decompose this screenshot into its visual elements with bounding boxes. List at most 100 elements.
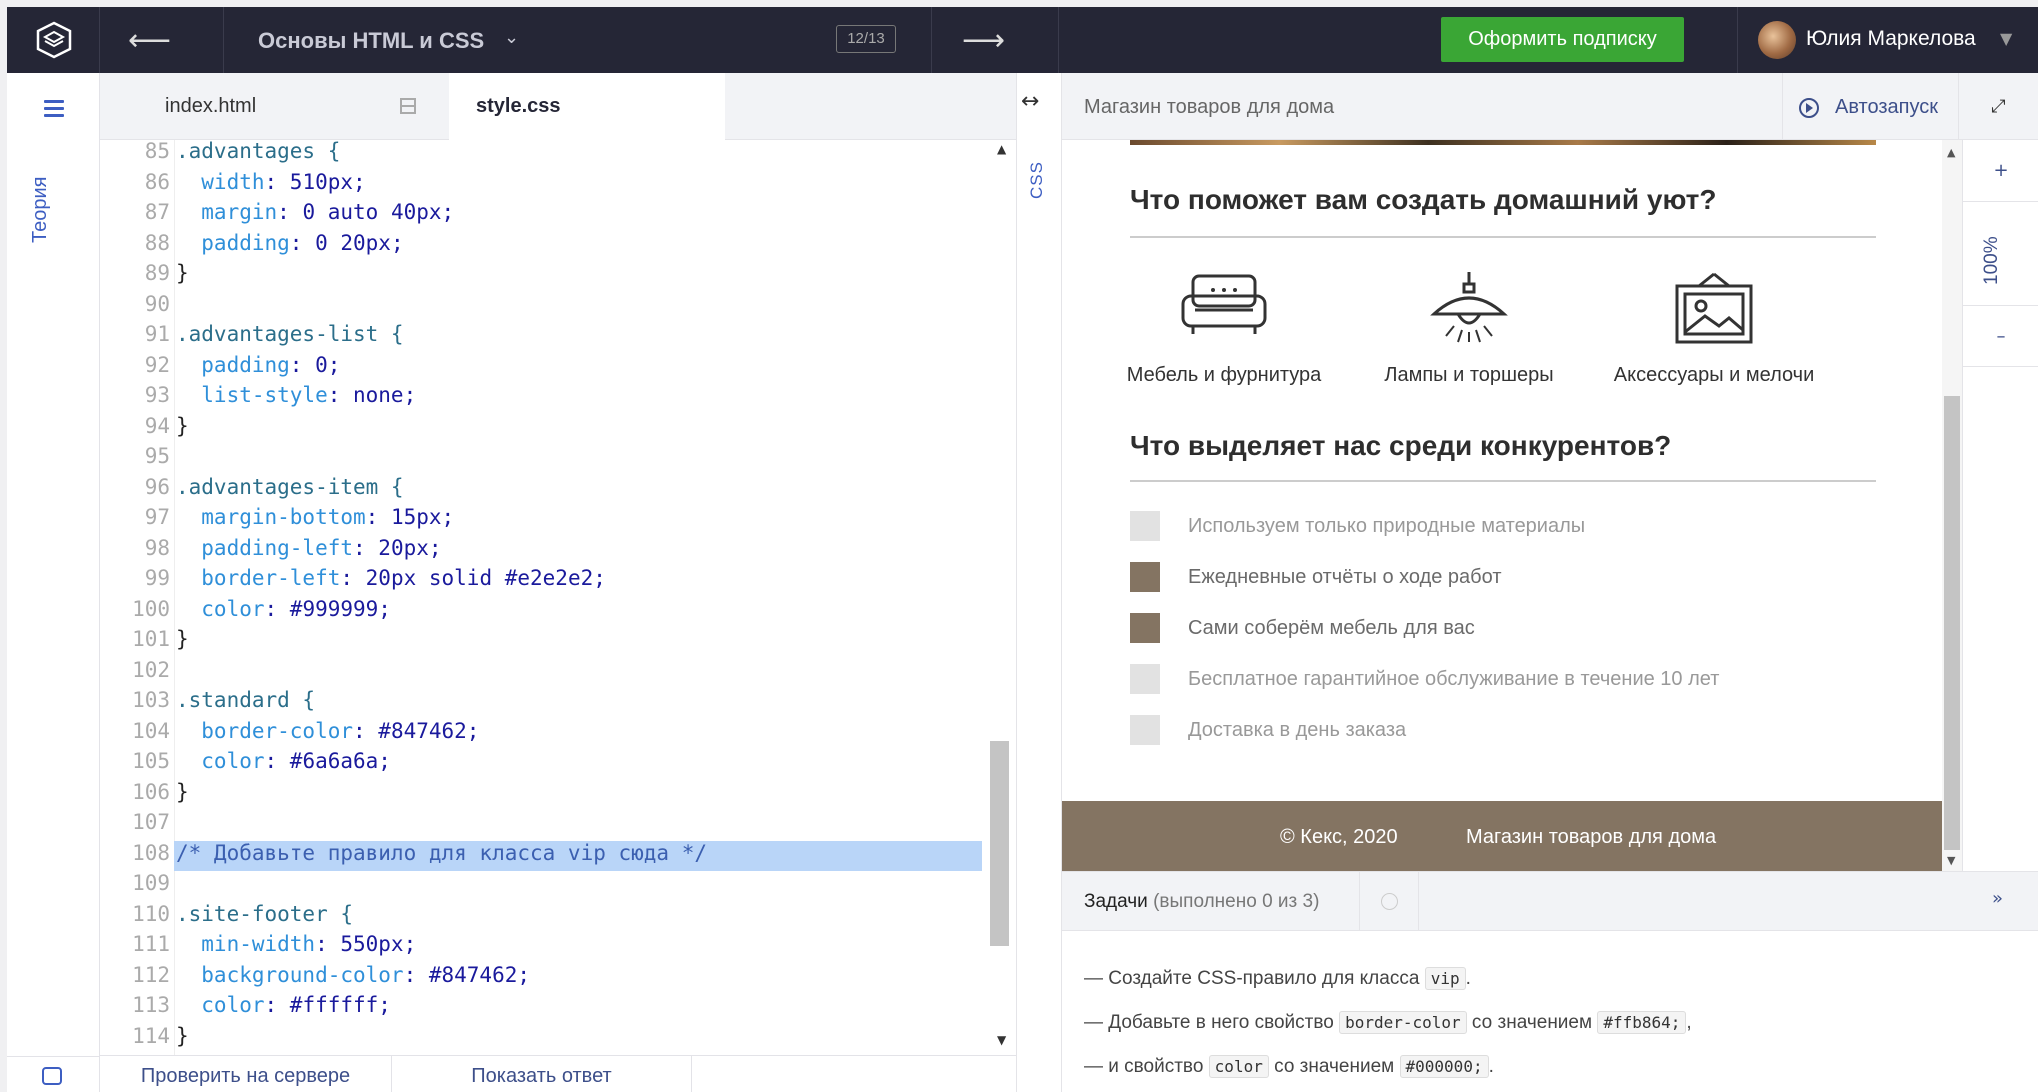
- autorun-label: Автозапуск: [1835, 96, 1939, 118]
- code-snippet: border-color: [1339, 1011, 1467, 1034]
- footer-shop-name: Магазин товаров для дома: [1466, 826, 1717, 848]
- tasks-title: Задачи (выполнено 0 из 3): [1084, 891, 1319, 913]
- line-number: 104: [132, 718, 170, 743]
- code-line: list-style: none;: [176, 383, 417, 407]
- tab-style-css[interactable]: style.css: [449, 73, 725, 140]
- scrollbar-thumb[interactable]: [990, 741, 1009, 946]
- gutter-divider: [174, 140, 175, 1055]
- line-number: 92: [144, 352, 170, 377]
- line-number: 103: [132, 688, 170, 712]
- code-line: min-width: 550px;: [176, 932, 417, 956]
- code-line: .advantages-list {: [176, 322, 404, 346]
- line-number: 109: [132, 871, 170, 895]
- scrollbar-thumb[interactable]: [1944, 396, 1960, 850]
- back-button[interactable]: ⟵: [100, 7, 224, 73]
- left-arrow-icon: ⟵: [128, 23, 172, 58]
- advantage-marker: [1130, 664, 1160, 694]
- line-number: 89: [144, 261, 170, 285]
- logo[interactable]: [7, 7, 100, 73]
- code-line: padding-left: 20px;: [176, 535, 442, 560]
- feature-label: Мебель и фурнитура: [1126, 364, 1322, 386]
- autorun-button[interactable]: Автозапуск: [1782, 73, 1958, 140]
- tasks-header[interactable]: Задачи (выполнено 0 из 3) »: [1062, 871, 2038, 932]
- code-line: }: [176, 413, 189, 438]
- code-line: border-color: #847462;: [176, 718, 480, 743]
- left-rail: Теория: [7, 73, 100, 1092]
- code-line: padding: 0;: [176, 352, 341, 377]
- subscribe-button[interactable]: Оформить подписку: [1441, 17, 1684, 62]
- feature-label: Аксессуары и мелочи: [1613, 364, 1815, 386]
- task-item: — Добавьте в него свойство border-color …: [1084, 1011, 1692, 1034]
- editor-scrollbar[interactable]: ▲ ▼: [990, 140, 1016, 1055]
- line-number: 102: [132, 657, 170, 682]
- code-editor[interactable]: 85 .advantages {86 width: 510px; 87 margin…: [100, 140, 990, 1055]
- task-text: — Добавьте в него свойство: [1084, 1012, 1340, 1033]
- avatar: [1758, 21, 1796, 59]
- expand-icon[interactable]: ⤢: [1958, 73, 2038, 140]
- theory-tab[interactable]: Теория: [29, 123, 52, 243]
- preview-heading-advantages: Что выделяет нас среди конкурентов?: [1130, 430, 1672, 461]
- course-title: Основы HTML и CSS: [258, 28, 485, 53]
- line-number: 112: [132, 962, 170, 987]
- tab-label: index.html: [165, 95, 257, 117]
- advantage-marker: [1130, 562, 1160, 592]
- code-snippet: vip: [1424, 967, 1466, 990]
- line-number: 114: [132, 1023, 170, 1048]
- zoom-in-button[interactable]: +: [1963, 140, 2038, 202]
- code-line: }: [176, 261, 189, 285]
- lamp-icon: [1430, 272, 1508, 343]
- scroll-up-icon[interactable]: ▲: [1947, 146, 1955, 159]
- line-number: 107: [132, 810, 170, 834]
- sofa-icon: [1181, 274, 1267, 334]
- line-number: 108: [132, 840, 170, 865]
- course-selector[interactable]: Основы HTML и CSS ⌄ 12/13: [224, 7, 932, 73]
- scroll-up-icon[interactable]: ▲: [997, 142, 1006, 156]
- menu-icon[interactable]: [44, 100, 64, 121]
- task-text: .: [1488, 1056, 1494, 1077]
- zoom-out-button[interactable]: –: [1963, 305, 2038, 367]
- info-icon: [1381, 893, 1398, 910]
- info-button[interactable]: [1359, 872, 1419, 932]
- line-number: 87: [144, 200, 170, 224]
- tab-index-html[interactable]: index.html: [100, 73, 449, 140]
- code-line: color: #999999;: [176, 596, 391, 621]
- tab-label: style.css: [476, 95, 561, 117]
- line-number: 96: [144, 474, 170, 499]
- line-number: 100: [132, 596, 170, 621]
- code-line: }: [176, 1023, 189, 1048]
- feature-accessories: Аксессуары и мелочи: [1594, 270, 1834, 387]
- preview-scrollbar[interactable]: ▲ ▼: [1942, 140, 1962, 871]
- code-line: /* Добавьте правило для класса vip сюда …: [176, 840, 708, 865]
- code-line: border-left: 20px solid #e2e2e2;: [176, 566, 606, 590]
- task-text: со значением: [1466, 1012, 1598, 1033]
- advantage-marker: [1130, 511, 1160, 541]
- line-number: 88: [144, 230, 170, 255]
- advantage-text: Ежедневные отчёты о ходе работ: [1188, 566, 1502, 588]
- feature-label: Лампы и торшеры: [1384, 364, 1554, 386]
- show-answer-button[interactable]: Показать ответ: [392, 1056, 692, 1092]
- line-number: 111: [132, 932, 170, 956]
- tasks-list: — Создайте CSS-правило для класса vip. — …: [1062, 931, 2038, 1092]
- collapse-icon[interactable]: »: [1992, 888, 2003, 909]
- task-text: — Создайте CSS-правило для класса: [1084, 968, 1425, 989]
- app-window: ⟵ Основы HTML и CSS ⌄ 12/13 ⟶ Оформить п…: [7, 7, 2038, 1092]
- line-number: 106: [132, 779, 170, 804]
- advantage-marker: [1130, 613, 1160, 643]
- check-on-server-button[interactable]: Проверить на сервере: [100, 1056, 392, 1092]
- forward-button[interactable]: ⟶: [932, 7, 1059, 73]
- feedback-icon[interactable]: [42, 1067, 62, 1085]
- line-number: 105: [132, 749, 170, 773]
- scroll-down-icon[interactable]: ▼: [1947, 854, 1955, 867]
- line-number: 99: [144, 566, 170, 590]
- preview-heading-cozy: Что поможет вам создать домашний уют?: [1130, 184, 1717, 215]
- tasks-title-text: Задачи: [1084, 891, 1148, 912]
- preview-footer: © Кекс, 2020 Магазин товаров для дома: [1062, 801, 1942, 871]
- top-bar: ⟵ Основы HTML и CSS ⌄ 12/13 ⟶ Оформить п…: [7, 7, 2038, 73]
- split-view-icon[interactable]: [400, 98, 416, 114]
- line-number: 97: [144, 505, 170, 529]
- editor-footer: Проверить на сервере Показать ответ: [100, 1055, 1016, 1092]
- scroll-down-icon[interactable]: ▼: [997, 1033, 1006, 1047]
- chevron-down-icon: ⌄: [504, 27, 520, 48]
- resize-icon[interactable]: ↔: [1021, 89, 1039, 114]
- user-menu[interactable]: Юлия Маркелова ▼: [1737, 7, 2038, 73]
